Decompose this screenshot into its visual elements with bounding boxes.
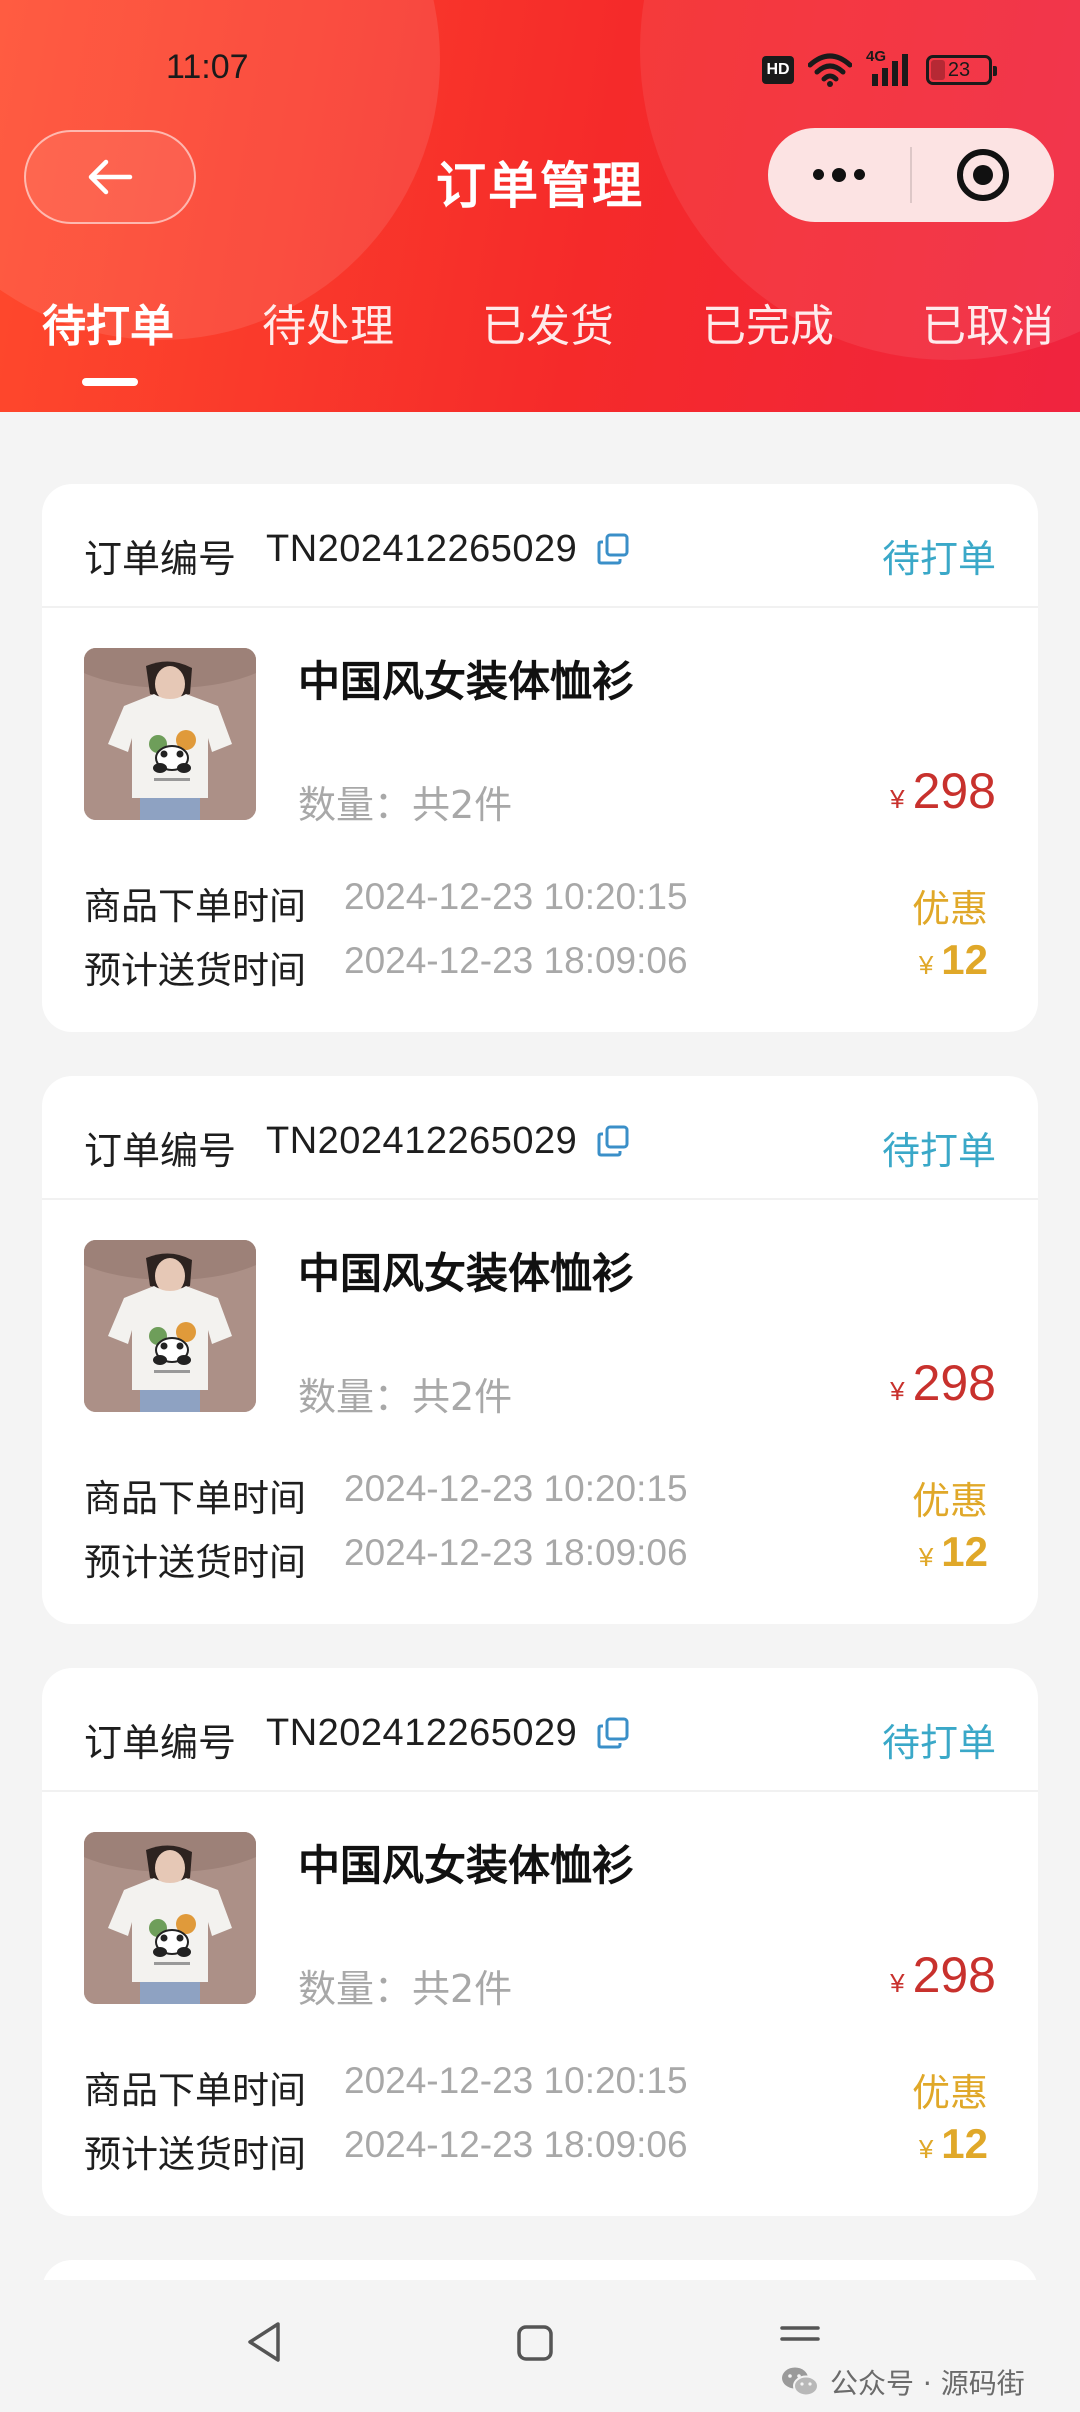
order-status-badge: 待打单 bbox=[881, 1721, 996, 1765]
tshirt-image bbox=[84, 648, 256, 820]
order-status-badge: 待打单 bbox=[881, 1129, 996, 1173]
discount-currency: ¥ bbox=[918, 2134, 934, 2164]
delivery-time-label: 预计送货时间 bbox=[84, 2133, 306, 2176]
header: 11:07 HD 4G 23 订单管理 待打单 待处理 已发货 已完成 已取消 bbox=[0, 0, 1080, 412]
product-thumbnail[interactable] bbox=[84, 648, 256, 820]
nav-bar: 订单管理 bbox=[0, 126, 1080, 224]
order-number-label: 订单编号 bbox=[84, 1129, 237, 1173]
system-nav-bar: 公众号 · 源码街 bbox=[0, 2280, 1080, 2412]
discount-value: 12 bbox=[941, 2120, 988, 2167]
order-status-tabs: 待打单 待处理 已发货 已完成 已取消 bbox=[0, 290, 1080, 390]
delivery-time-label: 预计送货时间 bbox=[84, 949, 306, 992]
watermark-text: 公众号 · 源码街 bbox=[830, 2367, 1025, 2400]
product-name: 中国风女装体恤衫 bbox=[298, 657, 635, 706]
tab-cancelled[interactable]: 已取消 bbox=[922, 290, 1054, 354]
signal-icon: 4G bbox=[866, 48, 912, 88]
active-tab-indicator bbox=[82, 378, 138, 386]
status-bar: 11:07 HD 4G 23 bbox=[0, 0, 1080, 130]
delivery-time-value: 2024-12-23 18:09:06 bbox=[344, 1532, 688, 1573]
discount-currency: ¥ bbox=[918, 950, 934, 980]
price: ¥298 bbox=[890, 762, 996, 820]
discount-value: 12 bbox=[941, 1528, 988, 1575]
order-card-header: 订单编号 TN202412265029 待打单 bbox=[42, 1076, 1038, 1200]
wechat-icon bbox=[782, 2367, 819, 2397]
quantity-text: 数量：共2件 bbox=[298, 1967, 513, 2011]
discount-amount: ¥12 bbox=[919, 936, 988, 984]
discount-value: 12 bbox=[941, 936, 988, 983]
delivery-time-label: 预计送货时间 bbox=[84, 1541, 306, 1584]
discount-label: 优惠 bbox=[911, 1479, 988, 1523]
system-menu-icon[interactable] bbox=[780, 2324, 820, 2354]
discount-label: 优惠 bbox=[911, 887, 988, 931]
tab-pending-print[interactable]: 待打单 bbox=[42, 290, 174, 354]
price: ¥298 bbox=[890, 1354, 996, 1412]
battery-indicator: 23 bbox=[926, 55, 997, 85]
close-mini-program-button[interactable] bbox=[912, 128, 1054, 222]
order-time-value: 2024-12-23 10:20:15 bbox=[344, 2060, 688, 2101]
order-number: TN202412265029 bbox=[266, 528, 578, 570]
status-time: 11:07 bbox=[166, 48, 249, 86]
delivery-time-value: 2024-12-23 18:09:06 bbox=[344, 940, 688, 981]
tab-pending-process[interactable]: 待处理 bbox=[262, 290, 394, 354]
discount-label: 优惠 bbox=[911, 2071, 988, 2115]
price: ¥298 bbox=[890, 1946, 996, 2004]
order-time-label: 商品下单时间 bbox=[84, 885, 306, 928]
order-card[interactable]: 订单编号 TN202412265029 待打单 中国风女装体恤衫 数量：共2件 bbox=[42, 484, 1038, 1032]
copy-icon[interactable] bbox=[596, 1716, 630, 1750]
tab-shipped[interactable]: 已发货 bbox=[482, 290, 614, 354]
order-time-value: 2024-12-23 10:20:15 bbox=[344, 876, 688, 917]
order-card[interactable]: 订单编号 TN202412265029 待打单 中国风女装体恤衫 数量：共2件 bbox=[42, 1668, 1038, 2216]
status-icons: HD 4G 23 bbox=[762, 48, 997, 90]
mini-program-capsule bbox=[768, 128, 1054, 222]
system-home-icon[interactable] bbox=[516, 2324, 554, 2362]
order-number: TN202412265029 bbox=[266, 1120, 578, 1162]
wifi-icon bbox=[808, 53, 852, 87]
discount-currency: ¥ bbox=[918, 1542, 934, 1572]
currency-symbol: ¥ bbox=[890, 784, 905, 814]
price-value: 298 bbox=[912, 1355, 996, 1411]
order-time-value: 2024-12-23 10:20:15 bbox=[344, 1468, 688, 1509]
discount-amount: ¥12 bbox=[919, 1528, 988, 1576]
copy-icon[interactable] bbox=[596, 1124, 630, 1158]
order-time-label: 商品下单时间 bbox=[84, 1477, 306, 1520]
order-number: TN202412265029 bbox=[266, 1712, 578, 1754]
quantity-text: 数量：共2件 bbox=[298, 1375, 513, 1419]
order-time-label: 商品下单时间 bbox=[84, 2069, 306, 2112]
quantity-text: 数量：共2件 bbox=[298, 783, 513, 827]
product-name: 中国风女装体恤衫 bbox=[298, 1249, 635, 1298]
hd-badge: HD bbox=[762, 56, 794, 84]
product-name: 中国风女装体恤衫 bbox=[298, 1841, 635, 1890]
more-dots-icon bbox=[813, 167, 865, 182]
order-status-badge: 待打单 bbox=[881, 537, 996, 581]
battery-fill bbox=[931, 60, 945, 80]
currency-symbol: ¥ bbox=[890, 1968, 905, 1998]
order-card-header: 订单编号 TN202412265029 待打单 bbox=[42, 484, 1038, 608]
battery-level: 23 bbox=[947, 58, 971, 81]
copy-icon[interactable] bbox=[596, 532, 630, 566]
price-value: 298 bbox=[912, 763, 996, 819]
currency-symbol: ¥ bbox=[890, 1376, 905, 1406]
watermark: 公众号 · 源码街 bbox=[780, 2362, 1025, 2402]
product-thumbnail[interactable] bbox=[84, 1240, 256, 1412]
order-number-label: 订单编号 bbox=[84, 1721, 237, 1765]
delivery-time-value: 2024-12-23 18:09:06 bbox=[344, 2124, 688, 2165]
order-number-label: 订单编号 bbox=[84, 537, 237, 581]
system-back-icon[interactable] bbox=[244, 2320, 284, 2364]
price-value: 298 bbox=[912, 1947, 996, 2003]
order-card-header: 订单编号 TN202412265029 待打单 bbox=[42, 1668, 1038, 1792]
tshirt-image bbox=[84, 1832, 256, 2004]
target-circle-icon bbox=[957, 149, 1009, 201]
tshirt-image bbox=[84, 1240, 256, 1412]
tab-completed[interactable]: 已完成 bbox=[702, 290, 834, 354]
product-thumbnail[interactable] bbox=[84, 1832, 256, 2004]
discount-amount: ¥12 bbox=[919, 2120, 988, 2168]
order-card[interactable]: 订单编号 TN202412265029 待打单 中国风女装体恤衫 数量：共2件 bbox=[42, 1076, 1038, 1624]
more-button[interactable] bbox=[768, 128, 910, 222]
